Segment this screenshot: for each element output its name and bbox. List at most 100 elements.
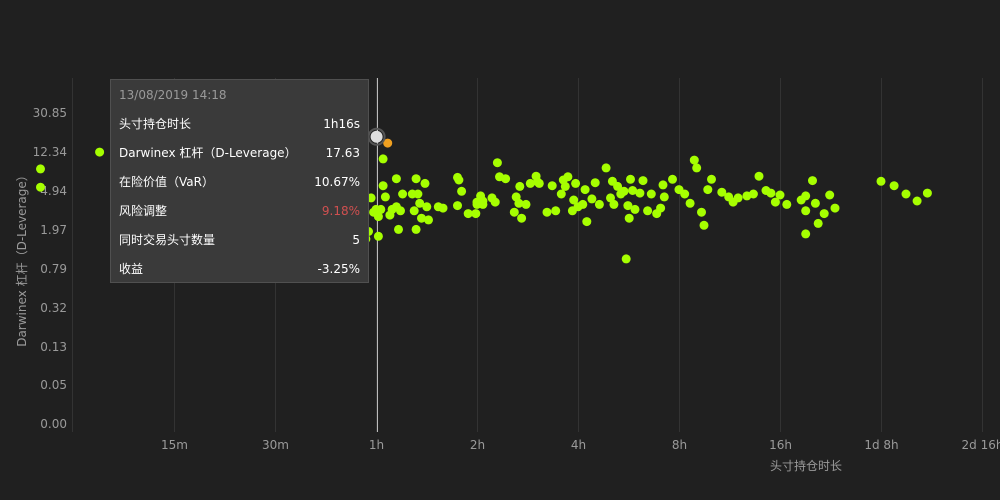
data-point — [621, 254, 631, 264]
tooltip-row-concurrent-positions: 同时交易头寸数量 5 — [119, 226, 360, 255]
data-point — [638, 176, 648, 186]
y-tick-label: 30.85 — [33, 106, 67, 120]
data-point — [692, 163, 702, 173]
x-tick-label: 4h — [571, 438, 586, 452]
data-point — [689, 155, 699, 165]
data-point — [646, 189, 656, 199]
data-point — [594, 199, 604, 209]
tooltip-row-duration: 头寸持仓时长 1h16s — [119, 110, 360, 139]
data-point — [551, 206, 561, 216]
data-point — [889, 181, 899, 191]
tooltip-label-concurrent-positions: 同时交易头寸数量 — [119, 233, 216, 247]
x-tick-label: 8h — [672, 438, 687, 452]
data-point — [501, 174, 511, 184]
data-point — [707, 174, 716, 184]
x-tick-label: 1h — [369, 438, 384, 452]
data-point — [733, 193, 743, 203]
data-point — [542, 207, 552, 217]
data-point — [668, 174, 677, 184]
data-point — [517, 213, 527, 223]
data-point — [378, 154, 388, 164]
y-tick-label: 0.00 — [40, 417, 67, 431]
y-tick-label: 1.97 — [40, 223, 67, 237]
tooltip-row-risk-adjustment: 风险调整 9.18% — [119, 197, 360, 226]
data-point — [626, 174, 635, 184]
data-point — [754, 171, 764, 181]
y-tick-label: 0.32 — [40, 301, 67, 315]
data-point — [801, 206, 811, 216]
data-point — [36, 182, 45, 192]
tooltip-date: 13/08/2019 14:18 — [119, 88, 227, 102]
data-point — [609, 199, 619, 209]
data-point — [515, 181, 525, 191]
data-point — [396, 206, 405, 216]
data-point — [808, 176, 817, 186]
x-tick-label: 16h — [769, 438, 792, 452]
data-point — [560, 181, 570, 191]
data-point — [409, 206, 419, 216]
data-point — [876, 176, 886, 186]
data-point — [801, 191, 811, 201]
data-point — [478, 199, 488, 209]
data-point — [658, 180, 668, 190]
data-point — [680, 189, 690, 199]
tooltip-label-risk-adjustment: 风险调整 — [119, 204, 168, 218]
y-tick-label: 0.79 — [40, 262, 67, 276]
data-point — [420, 178, 430, 188]
data-point — [630, 204, 640, 214]
data-point — [590, 178, 600, 188]
y-tick-label: 0.13 — [40, 340, 67, 354]
data-point — [782, 199, 792, 209]
x-tick-label: 2d 16h — [962, 438, 1000, 452]
data-point — [901, 189, 911, 199]
y-tick-label: 12.34 — [33, 145, 67, 159]
data-point — [509, 207, 519, 217]
data-point — [813, 218, 823, 228]
data-point — [424, 215, 433, 225]
data-point — [36, 164, 45, 174]
hovered-point — [370, 130, 383, 143]
tooltip-label-duration: 头寸持仓时长 — [119, 117, 192, 131]
data-point — [534, 178, 544, 188]
tooltip-value-concurrent-positions: 5 — [352, 233, 360, 247]
data-point — [922, 188, 932, 198]
data-point — [659, 192, 669, 202]
data-point — [391, 174, 401, 184]
data-point — [398, 189, 408, 199]
y-axis-title: Darwinex 杠杆（D-Leverage） — [14, 169, 29, 347]
tooltip-row-var: 在险价值（VaR） 10.67% — [119, 168, 360, 197]
data-point — [457, 186, 467, 196]
x-axis-title: 头寸持仓时长 — [770, 458, 842, 473]
data-point — [453, 201, 462, 211]
tooltip-value-leverage: 17.63 — [325, 146, 360, 160]
tooltip-value-risk-adjustment: 9.18% — [321, 204, 360, 218]
data-point — [490, 197, 500, 207]
data-point — [656, 203, 666, 213]
data-point — [422, 202, 432, 212]
data-point — [563, 172, 573, 182]
x-tick-label: 1d 8h — [864, 438, 898, 452]
data-point — [810, 198, 820, 208]
data-point — [624, 213, 634, 223]
data-point — [380, 192, 390, 202]
data-point — [699, 220, 709, 230]
data-point — [411, 174, 421, 184]
x-tick-label: 2h — [470, 438, 485, 452]
y-tick-label: 0.05 — [40, 378, 67, 392]
data-point — [454, 175, 464, 185]
data-point — [601, 163, 611, 173]
data-point — [373, 231, 383, 241]
data-point — [547, 181, 557, 191]
data-point — [830, 203, 840, 213]
data-point — [492, 158, 502, 168]
data-point — [582, 217, 592, 227]
data-point — [580, 185, 590, 195]
tooltip-value-var: 10.67% — [314, 175, 360, 189]
tooltip-label-return: 收益 — [119, 262, 144, 276]
data-point — [438, 203, 448, 213]
data-point — [376, 204, 386, 214]
data-point — [801, 229, 811, 239]
tooltip-label-var: 在险价值（VaR） — [119, 175, 214, 189]
data-point — [394, 224, 403, 234]
data-point — [635, 188, 645, 198]
